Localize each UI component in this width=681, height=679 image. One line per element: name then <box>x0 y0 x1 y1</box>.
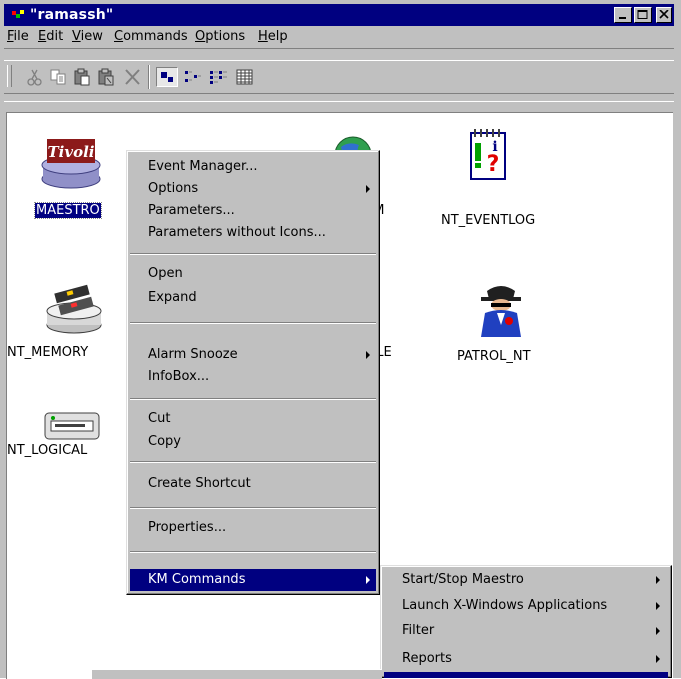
tivoli-icon: Tivoli <box>41 139 101 189</box>
icon-label: MAESTRO <box>34 202 102 219</box>
submenu-item-reports[interactable]: Reports <box>384 648 668 670</box>
maximize-button[interactable] <box>634 7 652 23</box>
submenu-item-start-stop-maestro[interactable]: Start/Stop Maestro <box>384 569 668 591</box>
submenu-item-filter[interactable]: Filter <box>384 620 668 642</box>
maximize-icon <box>637 10 648 19</box>
close-icon <box>659 10 669 19</box>
menu-view[interactable]: View <box>72 29 103 44</box>
menu-item-infobox[interactable]: InfoBox... <box>130 366 376 388</box>
large-icons-view-icon[interactable] <box>156 67 178 87</box>
menu-edit[interactable]: Edit <box>38 29 63 44</box>
patrol-console-window: "ramassh" File Edit View Commands Option… <box>0 0 681 679</box>
menu-item-parameters[interactable]: Parameters... <box>130 200 376 222</box>
tivoli-logo-text: Tivoli <box>48 143 95 161</box>
copy-icon[interactable] <box>48 67 70 87</box>
icon-label: NT_LOGICAL <box>7 443 88 458</box>
toolbar-separator <box>148 65 150 89</box>
icon-label: NT_MEMORY <box>7 345 89 360</box>
km-commands-submenu: Start/Stop Maestro Launch X-Windows Appl… <box>380 565 672 678</box>
small-icons-view-icon[interactable] <box>182 67 204 87</box>
menu-item-properties[interactable]: Properties... <box>130 517 376 539</box>
menu-item-expand[interactable]: Expand <box>130 287 376 309</box>
submenu-arrow-icon <box>656 627 660 635</box>
toolbar-grip[interactable] <box>7 65 12 87</box>
minimize-icon <box>619 17 626 19</box>
submenu-arrow-icon <box>366 185 370 193</box>
submenu-arrow-icon <box>366 576 370 584</box>
menu-options[interactable]: Options <box>195 29 245 44</box>
menu-item-alarm-snooze[interactable]: Alarm Snooze <box>130 344 376 366</box>
paste-icon[interactable] <box>72 67 94 87</box>
close-button[interactable] <box>656 7 672 23</box>
icon-patrol-nt[interactable]: PATROL_NT <box>447 279 567 369</box>
toolbar <box>4 48 674 102</box>
menu-item-open[interactable]: Open <box>130 263 376 285</box>
submenu-arrow-icon <box>656 576 660 584</box>
svg-text:?: ? <box>487 152 500 177</box>
eventlog-icon: ? i <box>470 129 506 180</box>
menu-separator <box>130 551 376 553</box>
menu-separator <box>130 398 376 400</box>
submenu-arrow-icon <box>656 602 660 610</box>
delete-icon[interactable] <box>122 67 144 87</box>
menu-separator <box>130 253 376 255</box>
submenu-arrow-icon <box>366 351 370 359</box>
submenu-arrow-icon <box>656 655 660 663</box>
memory-chip-icon <box>46 284 102 334</box>
disk-drive-icon <box>44 412 100 440</box>
menu-item-cut[interactable]: Cut <box>130 408 376 430</box>
icon-label: PATROL_NT <box>457 349 531 364</box>
list-view-icon[interactable] <box>208 67 230 87</box>
menu-bar: File Edit View Commands Options Help <box>4 27 674 47</box>
window-title: "ramassh" <box>30 7 114 23</box>
menu-separator <box>130 461 376 463</box>
paste-special-icon[interactable] <box>96 67 118 87</box>
submenu-item-next-highlighted[interactable] <box>384 672 668 678</box>
menu-item-km-commands[interactable]: KM Commands <box>130 569 376 591</box>
icon-nt-logical[interactable]: NT_LOGICAL <box>7 401 127 481</box>
cut-icon[interactable] <box>24 67 46 87</box>
menu-item-parameters-without-icons[interactable]: Parameters without Icons... <box>130 222 376 244</box>
menu-separator <box>130 322 376 324</box>
menu-file[interactable]: File <box>7 29 29 44</box>
menu-item-event-manager[interactable]: Event Manager... <box>130 156 376 178</box>
icon-nt-memory[interactable]: NT_MEMORY <box>7 271 127 361</box>
minimize-button[interactable] <box>614 7 632 23</box>
menu-separator <box>130 507 376 509</box>
icon-label: NT_EVENTLOG <box>441 213 536 228</box>
app-icon <box>12 9 24 21</box>
menu-help[interactable]: Help <box>258 29 288 44</box>
menu-commands[interactable]: Commands <box>114 29 188 44</box>
context-menu: Event Manager... Options Parameters... P… <box>126 150 380 595</box>
menu-item-options[interactable]: Options <box>130 178 376 200</box>
icon-nt-eventlog[interactable]: ? i NT_EVENTLOG <box>437 123 557 228</box>
patrol-agent-icon <box>481 286 521 337</box>
details-view-icon[interactable] <box>234 67 256 87</box>
menu-item-create-shortcut[interactable]: Create Shortcut <box>130 473 376 495</box>
submenu-item-launch-x-windows[interactable]: Launch X-Windows Applications <box>384 595 668 617</box>
svg-text:i: i <box>492 139 497 155</box>
title-bar[interactable]: "ramassh" <box>4 4 674 26</box>
icon-maestro[interactable]: Tivoli MAESTRO <box>27 131 137 221</box>
menu-item-copy[interactable]: Copy <box>130 431 376 453</box>
